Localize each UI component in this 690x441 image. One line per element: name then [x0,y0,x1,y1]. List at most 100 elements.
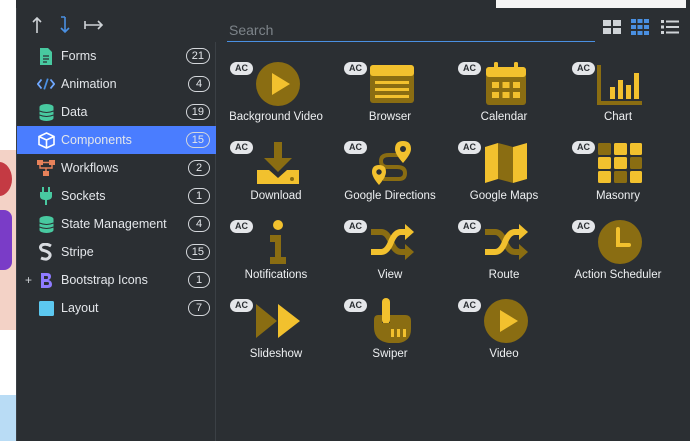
move-right-icon[interactable] [81,14,107,36]
component-tile-google-directions[interactable]: AC Google Directions [333,129,447,208]
sidebar-item-bootstrap-icons[interactable]: + Bootstrap Icons 1 [17,266,216,294]
bar-chart-icon [596,60,644,108]
component-tile-view[interactable]: AC View [333,208,447,287]
sidebar-item-animation[interactable]: Animation 4 [17,70,216,98]
sidebar-item-label: Sockets [61,189,106,203]
ac-badge: AC [458,220,481,233]
component-tile-google-maps[interactable]: AC Google Maps [447,129,561,208]
component-tile-browser[interactable]: AC Browser [333,50,447,129]
clock-icon [596,218,644,266]
sidebar-item-count: 21 [185,48,210,64]
sidebar-item-count: 15 [185,132,210,148]
sidebar-item-state-management[interactable]: State Management 4 [17,210,216,238]
list-view-icon[interactable] [660,18,680,36]
expand-icon[interactable]: + [25,273,32,287]
sidebar-item-count: 15 [185,244,210,260]
component-label: Notifications [244,269,308,281]
ac-badge: AC [344,299,367,312]
sidebar-item-label: Layout [61,301,99,315]
component-label: Browser [368,111,412,123]
sidebar-item-workflows[interactable]: Workflows 2 [17,154,216,182]
component-tile-route[interactable]: AC Route [447,208,561,287]
background-document-edge [496,0,686,8]
component-label: Background Video [229,111,323,123]
component-tile-action-scheduler[interactable]: AC Action Scheduler [561,208,675,287]
sidebar-item-count: 19 [185,104,210,120]
sidebar-item-label: State Management [61,217,167,231]
component-tile-background-video[interactable]: AC Background Video [219,50,333,129]
sidebar-item-components[interactable]: Components 15 [17,126,216,154]
masonry-grid-icon [596,139,644,187]
ac-badge: AC [572,141,595,154]
component-tile-chart[interactable]: AC Chart [561,50,675,129]
sidebar-item-data[interactable]: Data 19 [17,98,216,126]
search-input[interactable] [227,18,595,41]
search-field[interactable] [227,18,595,42]
component-label: Swiper [372,348,408,360]
ac-badge: AC [344,220,367,233]
component-label: Route [488,269,520,281]
database-icon [37,215,55,233]
cube-icon [37,131,55,149]
component-tile-notifications[interactable]: AC Notifications [219,208,333,287]
info-icon [254,218,302,266]
play-circle-icon [482,297,530,345]
component-tile-masonry[interactable]: AC Masonry [561,129,675,208]
shuffle-icon [482,218,530,266]
ac-badge: AC [344,62,367,75]
component-picker-panel: Forms 21 Animation 4 Data 19 Components … [16,8,690,441]
ac-badge: AC [458,62,481,75]
category-sidebar: Forms 21 Animation 4 Data 19 Components … [17,42,216,441]
ac-badge: AC [572,220,595,233]
sidebar-item-label: Workflows [61,161,119,175]
component-tile-calendar[interactable]: AC Calendar [447,50,561,129]
calendar-icon [482,60,530,108]
sidebar-item-label: Stripe [61,245,94,259]
workflow-icon [37,159,55,177]
sidebar-item-label: Data [61,105,88,119]
download-icon [254,139,302,187]
component-label: View [377,269,403,281]
sidebar-item-layout[interactable]: Layout 7 [17,294,216,322]
play-circle-icon [254,60,302,108]
pointing-hand-icon [368,297,416,345]
sidebar-item-count: 4 [188,76,210,92]
sidebar-item-label: Bootstrap Icons [61,273,148,287]
sidebar-item-count: 4 [188,216,210,232]
component-label: Action Scheduler [574,269,662,281]
ac-badge: AC [458,299,481,312]
component-tile-slideshow[interactable]: AC Slideshow [219,287,333,366]
component-tile-download[interactable]: AC Download [219,129,333,208]
component-label: Download [250,190,302,202]
component-label: Slideshow [249,348,303,360]
sidebar-item-forms[interactable]: Forms 21 [17,42,216,70]
component-label: Google Directions [344,190,436,202]
component-label: Google Maps [469,190,539,202]
code-icon [37,75,55,93]
database-icon [37,103,55,121]
map-icon [482,139,530,187]
sidebar-item-count: 7 [188,300,210,316]
ac-badge: AC [458,141,481,154]
ac-badge: AC [344,141,367,154]
component-grid: AC Background Video AC Browser AC Calend… [217,42,690,441]
component-label: Chart [603,111,633,123]
component-label: Calendar [480,111,528,123]
sidebar-item-label: Components [61,133,132,147]
sidebar-item-stripe[interactable]: Stripe 15 [17,238,216,266]
directions-icon [368,139,416,187]
move-up-icon[interactable] [25,14,49,36]
large-grid-view-icon[interactable] [602,18,622,36]
component-tile-swiper[interactable]: AC Swiper [333,287,447,366]
background-app [0,0,16,441]
component-tile-video[interactable]: AC Video [447,287,561,366]
small-grid-view-icon[interactable] [630,18,650,36]
square-icon [37,299,55,317]
bootstrap-icon [37,271,55,289]
component-label: Video [489,348,519,360]
sidebar-item-count: 2 [188,160,210,176]
background-illustration [0,150,16,330]
sidebar-item-sockets[interactable]: Sockets 1 [17,182,216,210]
move-down-icon[interactable] [53,14,77,36]
toolbar [17,8,217,42]
